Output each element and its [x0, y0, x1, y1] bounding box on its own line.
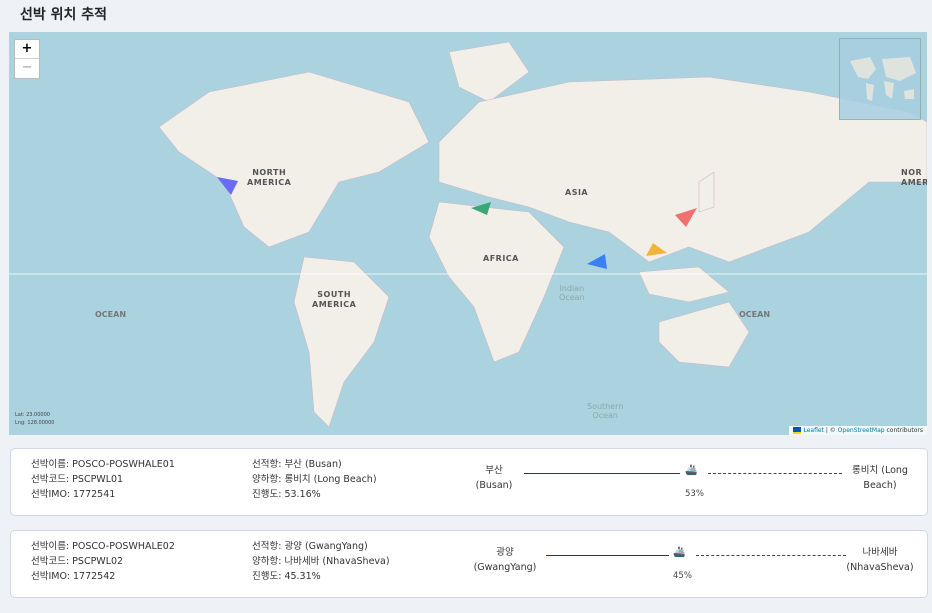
- ship-voyage: 선적항: 광양 (GwangYang) 양하항: 나바세바 (NhavaShev…: [252, 539, 390, 584]
- ship-card[interactable]: 선박이름: POSCO-POSWHALE02 선박코드: PSCPWL02 선박…: [10, 530, 928, 598]
- zoom-control: + −: [14, 39, 40, 79]
- ocean-label: OCEAN: [739, 310, 771, 319]
- ukraine-flag-icon: [793, 427, 802, 434]
- route-remaining-line: [696, 555, 846, 556]
- osm-link[interactable]: OpenStreetMap: [838, 427, 885, 434]
- minimap[interactable]: [839, 38, 921, 120]
- lat-readout: Lat: 23.00000: [15, 412, 50, 418]
- lng-readout: Lng: 128.00000: [15, 420, 55, 426]
- route-completed-line: [524, 473, 680, 474]
- continent-label: NORTH AMERICA: [247, 168, 292, 187]
- map-land: [9, 41, 927, 428]
- zoom-in-button[interactable]: +: [15, 40, 39, 58]
- progress-text: 진행도: 53.16%: [252, 489, 321, 500]
- ocean-label: Southern Ocean: [587, 402, 624, 420]
- continent-label: NOR AMER: [901, 168, 927, 187]
- minimap-land: [850, 57, 916, 101]
- continent-label: SOUTH AMERICA: [312, 290, 357, 309]
- world-map[interactable]: NORTH AMERICA SOUTH AMERICA AFRICA ASIA …: [9, 32, 927, 435]
- ship-imo: 선박IMO: 1772541: [31, 489, 116, 500]
- ship-card[interactable]: 선박이름: POSCO-POSWHALE01 선박코드: PSCPWL01 선박…: [10, 448, 928, 516]
- ship-imo: 선박IMO: 1772542: [31, 571, 116, 582]
- route-origin: 부산 (Busan): [475, 465, 513, 491]
- coordinate-readout: Lat: 23.00000 Lng: 128.00000: [15, 411, 54, 427]
- unloading-port: 양하항: 롱비치 (Long Beach): [252, 474, 377, 485]
- ship-identity: 선박이름: POSCO-POSWHALE01 선박코드: PSCPWL01 선박…: [31, 457, 175, 502]
- route-origin: 광양 (GwangYang): [473, 547, 537, 573]
- ship-icon: 🚢: [685, 465, 698, 476]
- progress-percent: 45%: [673, 571, 692, 581]
- ocean-label: Indian Ocean: [559, 284, 585, 302]
- route-destination: 나바세바 (NhavaSheva): [846, 547, 914, 573]
- leaflet-link[interactable]: Leaflet: [803, 427, 823, 434]
- route-progress: 광양 (GwangYang) 🚢 나바세바 (NhavaSheva) 45%: [466, 545, 916, 585]
- route-remaining-line: [708, 473, 842, 474]
- ship-marker[interactable]: [587, 254, 607, 269]
- loading-port: 선적항: 부산 (Busan): [252, 459, 342, 470]
- route-progress: 부산 (Busan) 🚢 롱비치 (Long Beach) 53%: [466, 463, 916, 503]
- unloading-port: 양하항: 나바세바 (NhavaSheva): [252, 556, 390, 567]
- continent-label: ASIA: [565, 188, 589, 197]
- ship-code: 선박코드: PSCPWL02: [31, 556, 124, 567]
- attribution-separator: | ©: [823, 427, 838, 434]
- ship-name: 선박이름: POSCO-POSWHALE02: [31, 541, 175, 552]
- progress-text: 진행도: 45.31%: [252, 571, 321, 582]
- ocean-label: OCEAN: [95, 310, 127, 319]
- ship-name: 선박이름: POSCO-POSWHALE01: [31, 459, 175, 470]
- progress-percent: 53%: [685, 489, 704, 499]
- continent-label: AFRICA: [483, 254, 519, 263]
- route-destination: 롱비치 (Long Beach): [852, 465, 908, 491]
- loading-port: 선적항: 광양 (GwangYang): [252, 541, 368, 552]
- page-title: 선박 위치 추적: [20, 7, 108, 23]
- route-completed-line: [546, 555, 669, 556]
- ship-icon: 🚢: [673, 547, 686, 558]
- map-attribution: Leaflet | © OpenStreetMap contributors: [789, 426, 927, 435]
- zoom-out-button[interactable]: −: [15, 58, 39, 77]
- ship-voyage: 선적항: 부산 (Busan) 양하항: 롱비치 (Long Beach) 진행…: [252, 457, 377, 502]
- attribution-suffix: contributors: [884, 427, 924, 434]
- ship-identity: 선박이름: POSCO-POSWHALE02 선박코드: PSCPWL02 선박…: [31, 539, 175, 584]
- ship-code: 선박코드: PSCPWL01: [31, 474, 124, 485]
